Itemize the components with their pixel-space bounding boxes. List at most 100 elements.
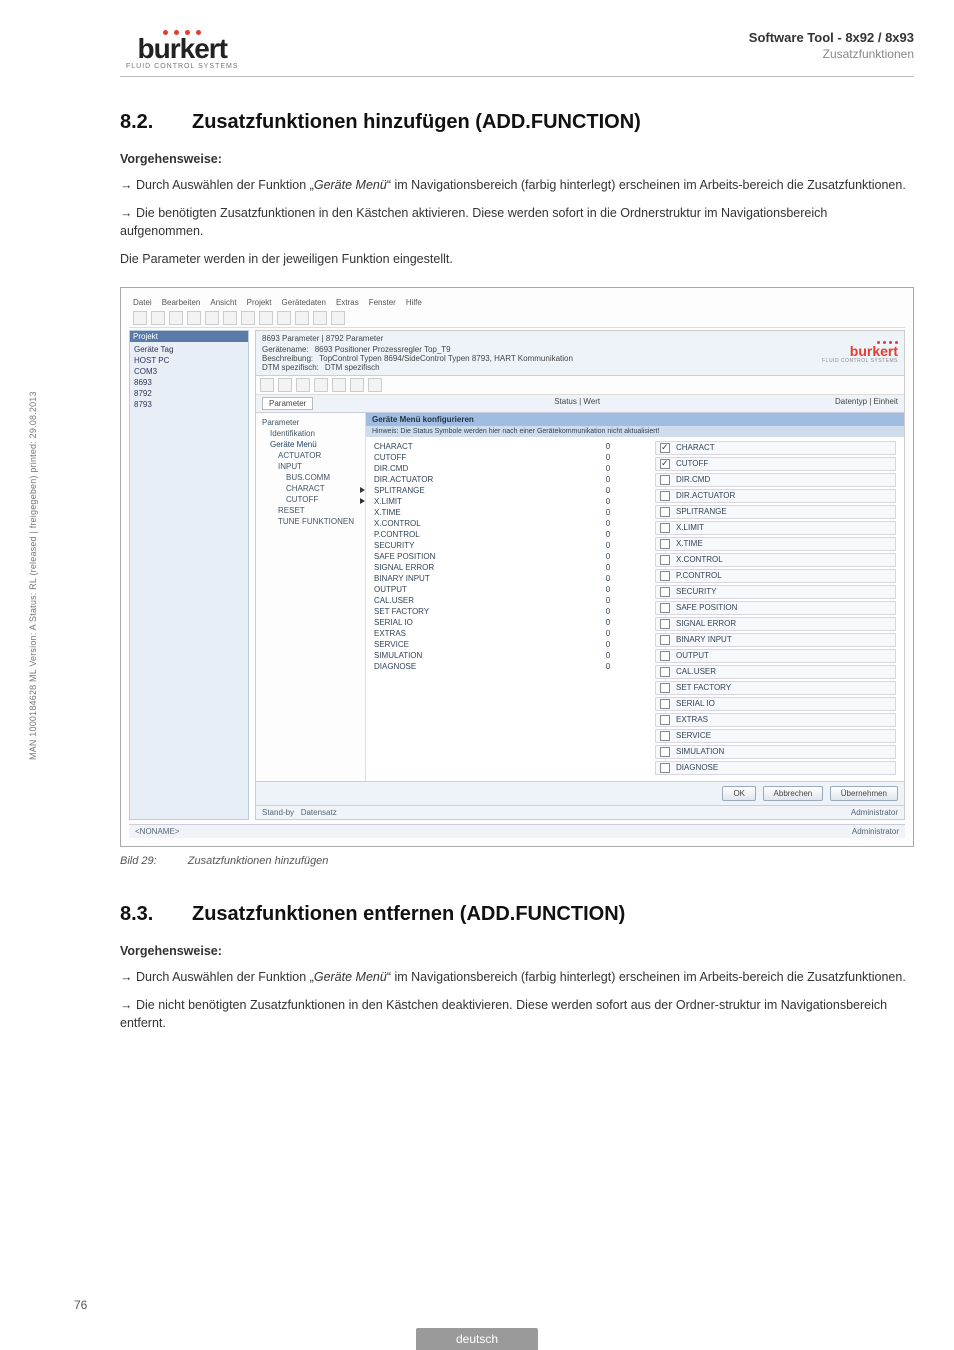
menu-item[interactable]: Extras [336, 298, 359, 307]
header-subtitle: Zusatzfunktionen [749, 47, 914, 61]
checkbox-icon[interactable] [660, 667, 670, 677]
checkbox-icon[interactable] [660, 555, 670, 565]
nav-tree[interactable]: Projekt Geräte Tag HOST PC COM3 8693 879… [129, 330, 249, 820]
function-checkbox-row[interactable]: SAFE POSITION [655, 601, 896, 615]
function-checkbox-row[interactable]: SPLITRANGE [655, 505, 896, 519]
checkbox-icon[interactable] [660, 699, 670, 709]
toolbar-btn[interactable] [205, 311, 219, 325]
ok-button[interactable]: OK [722, 786, 756, 801]
function-checkbox-row[interactable]: OUTPUT [655, 649, 896, 663]
function-checkbox-row[interactable]: BINARY INPUT [655, 633, 896, 647]
toolbar-btn[interactable] [169, 311, 183, 325]
param-tree[interactable]: ParameterIdentifikationGeräte MenüACTUAT… [256, 413, 366, 781]
function-checkbox-row[interactable]: X.CONTROL [655, 553, 896, 567]
nav-item[interactable]: Geräte Tag [132, 344, 246, 355]
toolbar-btn[interactable] [295, 311, 309, 325]
function-checkbox-row[interactable]: SET FACTORY [655, 681, 896, 695]
checkbox-icon[interactable] [660, 715, 670, 725]
app-menubar[interactable]: Datei Bearbeiten Ansicht Projekt Geräted… [129, 296, 905, 309]
nav-item[interactable]: HOST PC [132, 355, 246, 366]
menu-item[interactable]: Gerätedaten [282, 298, 326, 307]
checkbox-icon[interactable] [660, 763, 670, 773]
function-value-row: CHARACT0 [374, 441, 615, 452]
function-checkbox-row[interactable]: CAL.USER [655, 665, 896, 679]
tree-item[interactable]: Parameter [262, 417, 359, 428]
toolbar-btn[interactable] [350, 378, 364, 392]
toolbar-btn[interactable] [278, 378, 292, 392]
function-checkbox-row[interactable]: X.LIMIT [655, 521, 896, 535]
tree-item[interactable]: Identifikation [262, 428, 359, 439]
toolbar-btn[interactable] [259, 311, 273, 325]
function-checkbox-row[interactable]: CUTOFF [655, 457, 896, 471]
tree-item[interactable]: CUTOFF [262, 494, 359, 505]
function-checkbox-row[interactable]: DIR.CMD [655, 473, 896, 487]
inner-status-bar: Stand-by Datensatz Administrator [256, 805, 904, 819]
checkbox-icon[interactable] [660, 523, 670, 533]
tree-item[interactable]: BUS.COMM [262, 472, 359, 483]
function-checkbox-row[interactable]: SERIAL IO [655, 697, 896, 711]
checkbox-icon[interactable] [660, 747, 670, 757]
toolbar-btn[interactable] [314, 378, 328, 392]
tree-item[interactable]: CHARACT [262, 483, 359, 494]
menu-item[interactable]: Fenster [369, 298, 396, 307]
checkbox-icon[interactable] [660, 491, 670, 501]
nav-item[interactable]: COM3 [132, 366, 246, 377]
function-checkbox-row[interactable]: CHARACT [655, 441, 896, 455]
menu-item[interactable]: Ansicht [210, 298, 236, 307]
tree-item[interactable]: ACTUATOR [262, 450, 359, 461]
cancel-button[interactable]: Abbrechen [763, 786, 824, 801]
sec-8-3-step-2: → Die nicht benötigten Zusatzfunktionen … [120, 996, 914, 1032]
toolbar-btn[interactable] [313, 311, 327, 325]
checkbox-icon[interactable] [660, 651, 670, 661]
function-checkbox-row[interactable]: X.TIME [655, 537, 896, 551]
checkbox-icon[interactable] [660, 683, 670, 693]
checkbox-icon[interactable] [660, 587, 670, 597]
tree-item[interactable]: Geräte Menü [262, 439, 359, 450]
screenshot-figure: Datei Bearbeiten Ansicht Projekt Geräted… [120, 287, 914, 847]
menu-item[interactable]: Datei [133, 298, 152, 307]
parameter-tab[interactable]: Parameter [262, 397, 313, 410]
function-checkbox-row[interactable]: SECURITY [655, 585, 896, 599]
menu-item[interactable]: Projekt [247, 298, 272, 307]
toolbar-btn[interactable] [187, 311, 201, 325]
checkbox-icon[interactable] [660, 443, 670, 453]
function-checkbox-row[interactable]: DIR.ACTUATOR [655, 489, 896, 503]
work-tabs[interactable]: 8693 Parameter | 8792 Parameter [262, 334, 573, 343]
nav-item[interactable]: 8793 [132, 399, 246, 410]
device-menu-title: Geräte Menü konfigurieren [366, 413, 904, 426]
toolbar-btn[interactable] [331, 311, 345, 325]
function-checkbox-row[interactable]: DIAGNOSE [655, 761, 896, 775]
checkbox-icon[interactable] [660, 571, 670, 581]
toolbar-btn[interactable] [260, 378, 274, 392]
function-checkbox-row[interactable]: SERVICE [655, 729, 896, 743]
function-checkbox-row[interactable]: EXTRAS [655, 713, 896, 727]
checkbox-icon[interactable] [660, 635, 670, 645]
tree-item[interactable]: RESET [262, 505, 359, 516]
toolbar-btn[interactable] [296, 378, 310, 392]
toolbar-btn[interactable] [223, 311, 237, 325]
checkbox-icon[interactable] [660, 603, 670, 613]
tree-item[interactable]: INPUT [262, 461, 359, 472]
toolbar-btn[interactable] [241, 311, 255, 325]
checkbox-icon[interactable] [660, 459, 670, 469]
checkbox-icon[interactable] [660, 731, 670, 741]
work-panel: 8693 Parameter | 8792 Parameter Gerätena… [255, 330, 905, 820]
menu-item[interactable]: Hilfe [406, 298, 422, 307]
toolbar-btn[interactable] [151, 311, 165, 325]
nav-item[interactable]: 8792 [132, 388, 246, 399]
toolbar-btn[interactable] [332, 378, 346, 392]
function-checkbox-row[interactable]: SIGNAL ERROR [655, 617, 896, 631]
apply-button[interactable]: Übernehmen [830, 786, 898, 801]
function-checkbox-row[interactable]: P.CONTROL [655, 569, 896, 583]
checkbox-icon[interactable] [660, 539, 670, 549]
toolbar-btn[interactable] [133, 311, 147, 325]
nav-item[interactable]: 8693 [132, 377, 246, 388]
toolbar-btn[interactable] [277, 311, 291, 325]
tree-item[interactable]: TUNE FUNKTIONEN [262, 516, 359, 527]
menu-item[interactable]: Bearbeiten [162, 298, 201, 307]
checkbox-icon[interactable] [660, 507, 670, 517]
toolbar-btn[interactable] [368, 378, 382, 392]
function-checkbox-row[interactable]: SIMULATION [655, 745, 896, 759]
checkbox-icon[interactable] [660, 619, 670, 629]
checkbox-icon[interactable] [660, 475, 670, 485]
